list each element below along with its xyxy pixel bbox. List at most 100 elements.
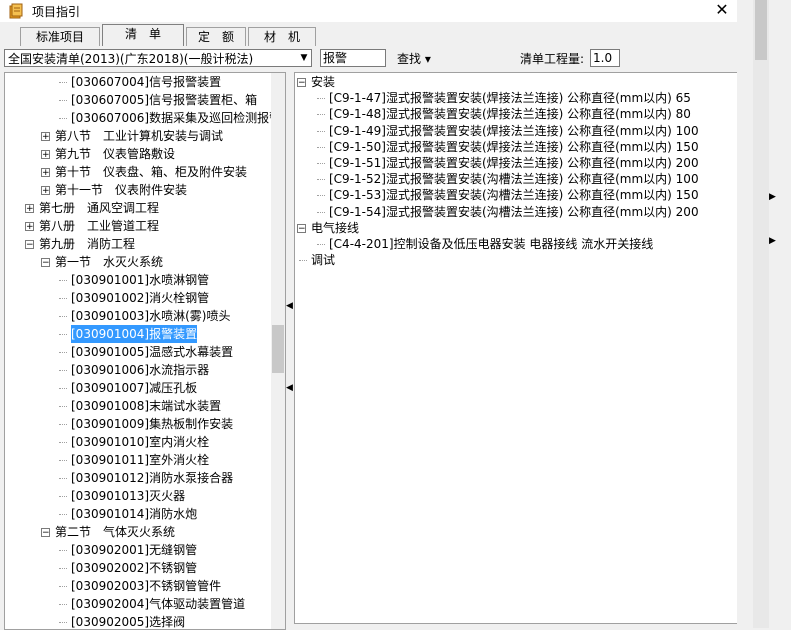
collapse-node-icon[interactable]: − (25, 240, 34, 250)
collapse-node-icon[interactable]: − (297, 78, 306, 88)
collapse-node-icon[interactable]: − (41, 528, 50, 538)
tree-connector (299, 260, 307, 262)
tree-connector (59, 406, 67, 407)
tree-node[interactable]: [030902005]选择阀 (71, 613, 185, 629)
tree-node[interactable]: [C9-1-54]湿式报警装置安装(沟槽法兰连接) 公称直径(mm以内) 200 (329, 203, 699, 221)
quantity-label: 清单工程量: (520, 52, 585, 66)
tree-node-selected[interactable]: [030901004]报警装置 (71, 325, 198, 343)
quota-tree-pane: − 安装 [C9-1-47]湿式报警装置安装(焊接法兰连接) 公称直径(mm以内) … (294, 72, 738, 624)
library-select[interactable]: 全国安装清单(2013)(广东2018)(一般计税法) ▼ (4, 49, 312, 67)
outer-scroll-thumb[interactable] (755, 0, 767, 60)
tree-node[interactable]: 调试 (311, 251, 335, 269)
title-bar: 项目指引 ✕ (0, 0, 737, 22)
collapse-left-icon[interactable]: ◀ (286, 302, 293, 311)
tree-connector (317, 98, 325, 100)
expand-node-icon[interactable]: + (25, 204, 34, 214)
pane-splitter[interactable]: ◀ ◀ (285, 72, 293, 628)
tree-node[interactable]: [030901002]消火栓钢管 (71, 289, 209, 307)
tree-connector (59, 388, 67, 389)
tree-connector (59, 568, 67, 569)
tree-connector (59, 370, 67, 371)
toolbar: 全国安装清单(2013)(广东2018)(一般计税法) ▼ 报警 查找 ▾ 清单… (0, 46, 737, 72)
tree-node[interactable]: [C4-4-201]控制设备及低压电器安装 电器接线 流水开关接线 (329, 235, 653, 253)
tree-connector (59, 622, 67, 623)
guide-book-icon (9, 3, 23, 19)
tree-connector (59, 316, 67, 317)
tree-node[interactable]: [030902002]不锈钢管 (71, 559, 197, 577)
collapse-node-icon[interactable]: − (41, 258, 50, 268)
tree-node[interactable]: 第十一节 仪表附件安装 (55, 181, 187, 199)
tree-connector (59, 82, 67, 83)
outer-scroll-track[interactable] (753, 0, 769, 628)
tree-connector (317, 163, 325, 164)
tree-node[interactable]: 第八册 工业管道工程 (39, 217, 159, 235)
tree-connector (317, 244, 325, 245)
tree-node[interactable]: [030607005]信号报警装置柜、箱 (71, 91, 257, 109)
tree-connector (317, 146, 325, 148)
left-scroll-thumb[interactable] (272, 325, 284, 373)
chevron-down-icon[interactable]: ▼ (297, 50, 311, 66)
tree-connector (59, 298, 67, 299)
tree-node[interactable]: 第九册 消防工程 (39, 235, 135, 253)
tree-node[interactable]: [030901010]室内消火栓 (71, 433, 209, 451)
tree-node[interactable]: 第七册 通风空调工程 (39, 199, 159, 217)
tree-node[interactable]: [030607006]数据采集及巡回检测报警 (71, 109, 281, 127)
tree-node[interactable]: [030901007]减压孔板 (71, 379, 197, 397)
quantity-input[interactable]: 1.0 (590, 49, 620, 67)
tree-connector (59, 496, 67, 497)
find-button[interactable]: 查找 ▾ (397, 50, 431, 67)
tree-node[interactable]: [030901003]水喷淋(雾)喷头 (71, 307, 230, 325)
tree-connector (317, 130, 325, 132)
tree-connector (59, 118, 67, 119)
tree-node[interactable]: 第十节 仪表盘、箱、柜及附件安装 (55, 163, 247, 181)
project-guide-window: 项目指引 ✕ 标准项目 清 单 定 额 材 机 全国安装清单(2013)(广东2… (0, 0, 738, 630)
tree-connector (59, 586, 67, 587)
tree-node[interactable]: 第一节 水灭火系统 (55, 253, 163, 271)
tree-connector (59, 352, 67, 353)
expand-node-icon[interactable]: + (41, 168, 50, 178)
tab-bill[interactable]: 清 单 (102, 24, 184, 46)
tree-node[interactable]: [030902001]无缝钢管 (71, 541, 197, 559)
tree-node[interactable]: [030901001]水喷淋钢管 (71, 271, 209, 289)
tree-node[interactable]: [030901011]室外消火栓 (71, 451, 209, 469)
tree-connector (59, 280, 67, 281)
expand-right-icon[interactable]: ▶ (769, 192, 776, 202)
expand-node-icon[interactable]: + (25, 222, 34, 232)
expand-node-icon[interactable]: + (41, 150, 50, 160)
expand-node-icon[interactable]: + (41, 132, 50, 142)
tree-connector (317, 195, 325, 197)
tree-connector (317, 114, 325, 116)
tree-node[interactable]: [030901009]集热板制作安装 (71, 415, 233, 433)
tree-node[interactable]: [030902003]不锈钢管管件 (71, 577, 221, 595)
tab-bar: 标准项目 清 单 定 额 材 机 (0, 24, 737, 46)
tree-node[interactable]: [030902004]气体驱动装置管道 (71, 595, 245, 613)
tree-node[interactable]: [030901005]温感式水幕装置 (71, 343, 233, 361)
tree-node[interactable]: 第八节 工业计算机安装与调试 (55, 127, 223, 145)
tree-node[interactable]: [030901008]末端试水装置 (71, 397, 221, 415)
collapse-left-icon-2[interactable]: ◀ (286, 384, 293, 393)
tree-node[interactable]: [030607004]信号报警装置 (71, 73, 221, 91)
expand-right-icon-2[interactable]: ▶ (769, 236, 776, 246)
close-button[interactable]: ✕ (712, 0, 732, 20)
expand-node-icon[interactable]: + (41, 186, 50, 196)
library-select-value: 全国安装清单(2013)(广东2018)(一般计税法) (8, 52, 254, 66)
bill-tree-pane: [030607004]信号报警装置 [030607005]信号报警装置柜、箱 [03… (4, 72, 286, 630)
tree-connector (317, 211, 325, 213)
tree-node[interactable]: 第二节 气体灭火系统 (55, 523, 175, 541)
tree-connector (59, 604, 67, 605)
tree-connector (59, 442, 67, 443)
tree-node[interactable]: [030901013]灭火器 (71, 487, 185, 505)
tree-node[interactable]: [030901014]消防水炮 (71, 505, 197, 523)
tab-materials[interactable]: 材 机 (248, 27, 316, 46)
tab-standard-items[interactable]: 标准项目 (20, 27, 100, 46)
tree-node[interactable]: [030901012]消防水泵接合器 (71, 469, 233, 487)
collapse-node-icon[interactable]: − (297, 223, 306, 233)
left-scrollbar[interactable] (271, 73, 285, 629)
tree-node[interactable]: [030901006]水流指示器 (71, 361, 209, 379)
outer-scrollbar[interactable]: ▶ ▶ (737, 0, 791, 628)
tree-node[interactable]: 第九节 仪表管路敷设 (55, 145, 175, 163)
tree-connector (59, 550, 67, 551)
search-input[interactable]: 报警 (320, 49, 386, 67)
tab-quota[interactable]: 定 额 (186, 27, 246, 46)
tree-connector (59, 334, 67, 335)
